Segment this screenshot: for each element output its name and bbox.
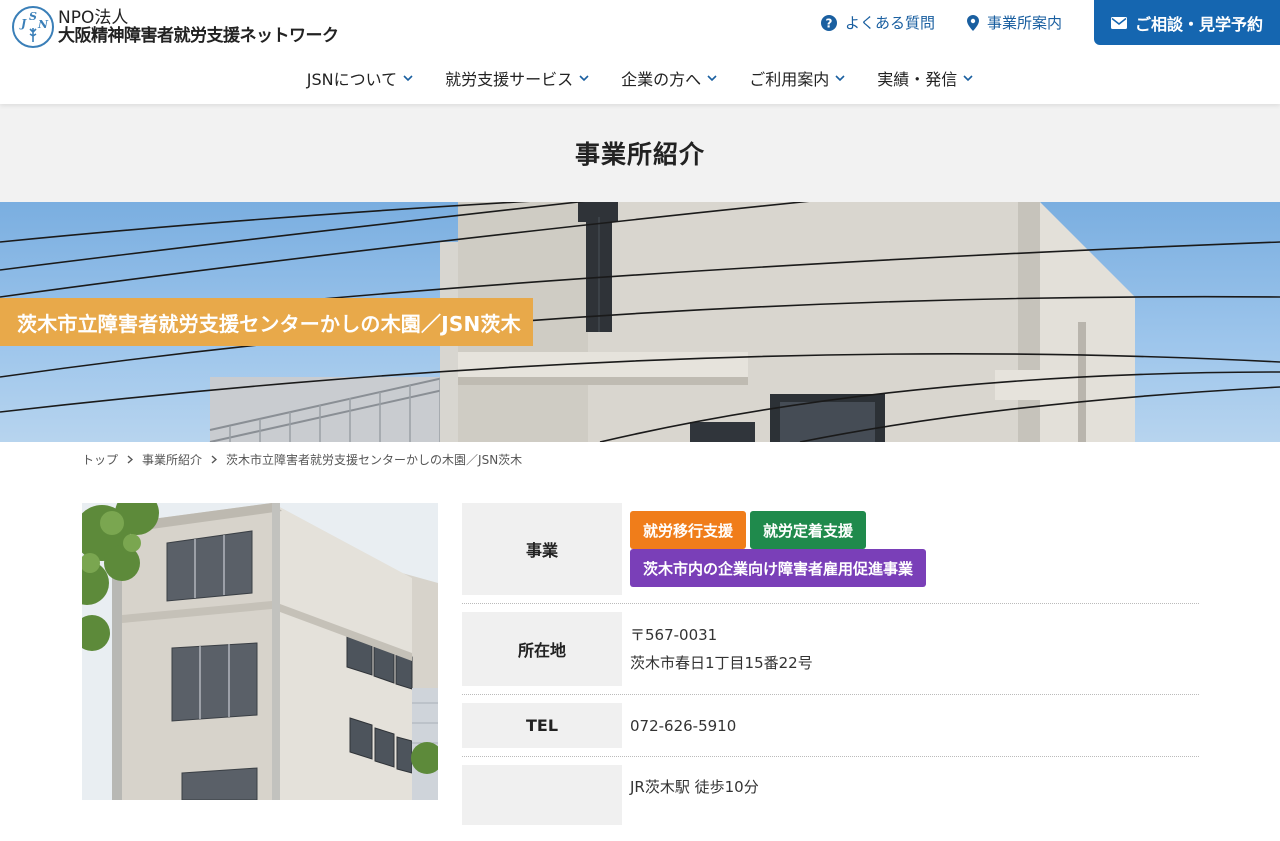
breadcrumb-top[interactable]: トップ [82, 451, 118, 468]
nav-companies[interactable]: 企業の方へ [605, 52, 733, 104]
office-name-banner: 茨木市立障害者就労支援センターかしの木園／JSN茨木 [0, 298, 533, 346]
map-pin-icon [966, 14, 979, 31]
access-label [462, 765, 622, 825]
tag-employment-transition: 就労移行支援 [630, 511, 747, 549]
business-label: 事業 [462, 503, 622, 595]
breadcrumb-offices[interactable]: 事業所紹介 [142, 451, 202, 468]
chevron-down-icon [835, 74, 845, 82]
tag-employment-retention: 就労定着支援 [750, 511, 867, 549]
svg-text:?: ? [825, 16, 832, 30]
faq-label: よくある質問 [844, 14, 935, 32]
chevron-right-icon [211, 455, 218, 464]
mail-icon [1110, 16, 1127, 29]
chevron-down-icon [963, 74, 973, 82]
chevron-down-icon [707, 74, 717, 82]
org-name: 大阪精神障害者就労支援ネットワーク [58, 26, 339, 46]
nav-services[interactable]: 就労支援サービス [429, 52, 605, 104]
nav-label: 就労支援サービス [445, 70, 574, 89]
nav-label: ご利用案内 [749, 70, 830, 89]
hero-image: 茨木市立障害者就労支援センターかしの木園／JSN茨木 [0, 202, 1280, 442]
office-photo [82, 503, 438, 800]
office-info-table: 事業 就労移行支援 就労定着支援 茨木市内の企業向け障害者雇用促進事業 所在地 … [462, 503, 1199, 841]
faq-link[interactable]: ? よくある質問 [820, 12, 935, 33]
nav-results[interactable]: 実績・発信 [861, 52, 989, 104]
tree-icon [29, 28, 37, 42]
breadcrumb: トップ 事業所紹介 茨木市立障害者就労支援センターかしの木園／JSN茨木 [82, 451, 522, 468]
chevron-down-icon [579, 74, 589, 82]
consult-booking-label: ご相談・見学予約 [1134, 14, 1263, 34]
consult-booking-button[interactable]: ご相談・見学予約 [1094, 0, 1280, 45]
chevron-right-icon [127, 455, 134, 464]
global-nav: JSNについて 就労支援サービス 企業の方へ ご利用案内 実績・発信 [0, 52, 1280, 104]
nav-label: 企業の方へ [621, 70, 702, 89]
offices-label: 事業所案内 [986, 14, 1062, 32]
nav-about[interactable]: JSNについて [291, 52, 429, 104]
question-icon: ? [820, 14, 837, 31]
nav-label: 実績・発信 [877, 70, 958, 89]
access-row: JR茨木駅 徒歩10分 [462, 765, 1199, 833]
nav-guide[interactable]: ご利用案内 [733, 52, 861, 104]
tel-row: TEL 072-626-5910 [462, 703, 1199, 757]
utility-nav: ? よくある質問 事業所案内 ご相談・見学予約 [820, 0, 1280, 45]
tel-label: TEL [462, 703, 622, 748]
jsn-logo-icon: J S N [12, 6, 54, 48]
street-address: 茨木市春日1丁目15番22号 [630, 654, 813, 672]
tag-employer-promotion: 茨木市内の企業向け障害者雇用促進事業 [630, 549, 927, 587]
page-title-band: 事業所紹介 [0, 104, 1280, 202]
postal-code: 〒567-0031 [630, 626, 718, 644]
business-row: 事業 就労移行支援 就労定着支援 茨木市内の企業向け障害者雇用促進事業 [462, 503, 1199, 604]
breadcrumb-current: 茨木市立障害者就労支援センターかしの木園／JSN茨木 [226, 453, 523, 467]
nav-label: JSNについて [306, 70, 398, 89]
site-header: J S N NPO法人 大阪精神障害者就労支援ネットワーク ? よくある質問 事… [0, 0, 1280, 104]
site-logo[interactable]: J S N NPO法人 大阪精神障害者就労支援ネットワーク [12, 6, 339, 48]
access-text: JR茨木駅 徒歩10分 [630, 778, 759, 796]
offices-link[interactable]: 事業所案内 [966, 12, 1062, 33]
org-prefix: NPO法人 [58, 8, 129, 28]
page-title: 事業所紹介 [574, 140, 705, 169]
address-label: 所在地 [462, 612, 622, 686]
chevron-down-icon [403, 74, 413, 82]
address-row: 所在地 〒567-0031 茨木市春日1丁目15番22号 [462, 612, 1199, 695]
tel-number[interactable]: 072-626-5910 [630, 712, 1199, 740]
